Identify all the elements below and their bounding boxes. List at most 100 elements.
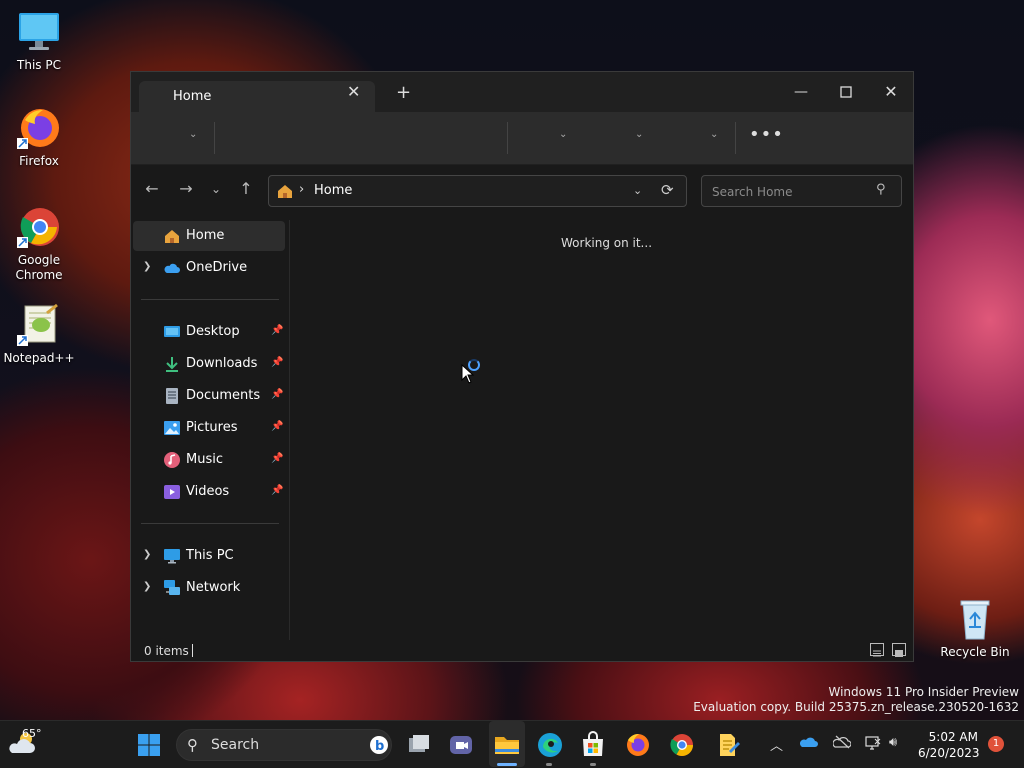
close-tab-icon[interactable]: ✕ — [347, 84, 360, 100]
address-path[interactable]: Home — [314, 183, 352, 198]
new-dropdown-chevron-icon[interactable]: ⌄ — [189, 129, 197, 140]
expand-chevron-icon[interactable]: ❯ — [143, 549, 151, 560]
pin-icon[interactable]: 📌 — [271, 453, 283, 464]
sidebar-item-label: Desktop — [186, 324, 240, 339]
pin-icon[interactable]: 📌 — [271, 421, 283, 432]
tab-label: Home — [173, 89, 212, 104]
taskbar-search[interactable]: ⚲ Search b — [176, 729, 392, 761]
chat-icon — [450, 736, 472, 754]
navigation-bar: ← → ⌄ ↑ › Home ⌄ ⟳ ⚲ — [131, 165, 913, 217]
firefox-icon — [17, 106, 61, 150]
refresh-icon[interactable]: ⟳ — [661, 181, 674, 199]
pane-splitter[interactable] — [289, 220, 290, 640]
firefox-icon — [627, 734, 649, 756]
search-box[interactable]: ⚲ — [701, 175, 902, 207]
more-options-icon[interactable]: ••• — [749, 124, 784, 145]
close-window-icon[interactable]: ✕ — [873, 78, 909, 106]
desktop-icon-label: Notepad++ — [3, 351, 75, 365]
sort-dropdown-chevron-icon[interactable]: ⌄ — [559, 129, 567, 140]
sidebar-item-this-pc[interactable]: ❯ This PC — [133, 541, 285, 571]
sidebar-divider — [141, 523, 279, 524]
filter-dropdown-chevron-icon[interactable]: ⌄ — [710, 129, 718, 140]
file-list-pane[interactable]: Working on it... — [291, 217, 913, 641]
firefox-taskbar-button[interactable] — [622, 729, 654, 761]
command-separator — [214, 122, 215, 154]
clock-time: 5:02 AM — [928, 730, 978, 744]
weather-temperature: 65° — [22, 727, 42, 740]
computer-icon — [164, 549, 180, 564]
teams-chat-button[interactable] — [445, 729, 477, 761]
sidebar-item-onedrive[interactable]: ❯ OneDrive — [133, 253, 285, 283]
onedrive-offline-tray-icon[interactable] — [833, 735, 851, 749]
desktop-icon — [164, 326, 180, 337]
notepad-plus-plus-icon — [17, 303, 61, 347]
windows-logo-icon — [138, 734, 160, 756]
start-button[interactable] — [133, 729, 165, 761]
desktop-icon-label: Firefox — [19, 154, 59, 168]
clock-date: 6/20/2023 — [918, 746, 980, 760]
sidebar-item-desktop[interactable]: Desktop 📌 — [133, 317, 285, 347]
network-tray-icon[interactable] — [864, 735, 882, 751]
view-dropdown-chevron-icon[interactable]: ⌄ — [635, 129, 643, 140]
search-icon[interactable]: ⚲ — [876, 182, 886, 197]
desktop-icon-label: Google Chrome — [15, 253, 63, 282]
pin-icon[interactable]: 📌 — [271, 389, 283, 400]
navigation-pane: Home ❯ OneDrive Desktop 📌 Downloads 📌 Do… — [131, 217, 289, 641]
active-indicator — [497, 763, 517, 766]
details-view-icon[interactable] — [870, 643, 884, 657]
forward-arrow-icon[interactable]: → — [174, 179, 198, 198]
address-history-chevron-icon[interactable]: ⌄ — [633, 184, 642, 197]
sidebar-item-pictures[interactable]: Pictures 📌 — [133, 413, 285, 443]
sidebar-item-music[interactable]: Music 📌 — [133, 445, 285, 475]
desktop-icon-recycle-bin[interactable]: Recycle Bin — [937, 597, 1013, 660]
clock[interactable]: 5:02 AM 6/20/2023 — [918, 729, 980, 761]
monitor-icon — [17, 10, 61, 54]
task-view-button[interactable] — [403, 729, 435, 761]
volume-icon[interactable]: 🔊︎ — [889, 735, 897, 750]
notepad-taskbar-button[interactable] — [711, 729, 743, 761]
file-explorer-window: Home ✕ + — ✕ ⌄ ⌄ ⌄ ⌄ ••• ← → ⌄ ↑ › Home … — [130, 71, 914, 662]
music-icon — [164, 452, 180, 468]
sidebar-item-documents[interactable]: Documents 📌 — [133, 381, 285, 411]
minimize-icon[interactable]: — — [783, 78, 819, 106]
command-separator — [735, 122, 736, 154]
desktop-icon-google-chrome[interactable]: Google Chrome — [1, 205, 77, 283]
back-arrow-icon[interactable]: ← — [140, 179, 164, 198]
document-icon — [166, 388, 178, 404]
search-input[interactable] — [710, 182, 874, 202]
notification-badge[interactable]: 1 — [988, 736, 1004, 752]
edge-icon — [538, 733, 562, 757]
chrome-taskbar-button[interactable] — [666, 729, 698, 761]
pin-icon[interactable]: 📌 — [271, 357, 283, 368]
recent-locations-chevron-icon[interactable]: ⌄ — [204, 182, 228, 196]
up-arrow-icon[interactable]: ↑ — [234, 179, 258, 198]
bing-icon[interactable]: b — [369, 735, 389, 755]
desktop-icon-notepad-plus-plus[interactable]: Notepad++ — [1, 303, 77, 366]
file-explorer-taskbar-button[interactable] — [491, 729, 523, 761]
recycle-bin-icon — [953, 597, 997, 641]
running-indicator — [590, 763, 596, 766]
address-bar[interactable]: › Home ⌄ ⟳ — [268, 175, 687, 207]
new-tab-icon[interactable]: + — [396, 84, 411, 102]
pin-icon[interactable]: 📌 — [271, 485, 283, 496]
show-hidden-icons-chevron-icon[interactable]: ︿ — [770, 735, 783, 754]
weather-widget[interactable]: 65° — [8, 727, 44, 761]
expand-chevron-icon[interactable]: ❯ — [143, 581, 151, 592]
sidebar-item-videos[interactable]: Videos 📌 — [133, 477, 285, 507]
pin-icon[interactable]: 📌 — [271, 325, 283, 336]
download-arrow-icon — [166, 357, 178, 372]
desktop-icon-label: Recycle Bin — [940, 645, 1010, 659]
desktop-icon-firefox[interactable]: Firefox — [1, 106, 77, 169]
sidebar-item-downloads[interactable]: Downloads 📌 — [133, 349, 285, 379]
large-icons-view-icon[interactable] — [892, 643, 906, 657]
store-taskbar-button[interactable] — [577, 729, 609, 761]
expand-chevron-icon[interactable]: ❯ — [143, 261, 151, 272]
search-icon: ⚲ — [187, 736, 198, 754]
sidebar-item-network[interactable]: ❯ Network — [133, 573, 285, 603]
maximize-icon[interactable] — [828, 78, 864, 106]
desktop-icon-this-pc[interactable]: This PC — [1, 10, 77, 73]
edge-taskbar-button[interactable] — [534, 729, 566, 761]
onedrive-tray-icon[interactable] — [800, 735, 818, 749]
sidebar-item-home[interactable]: Home — [133, 221, 285, 251]
tab-home[interactable]: Home — [139, 81, 375, 112]
